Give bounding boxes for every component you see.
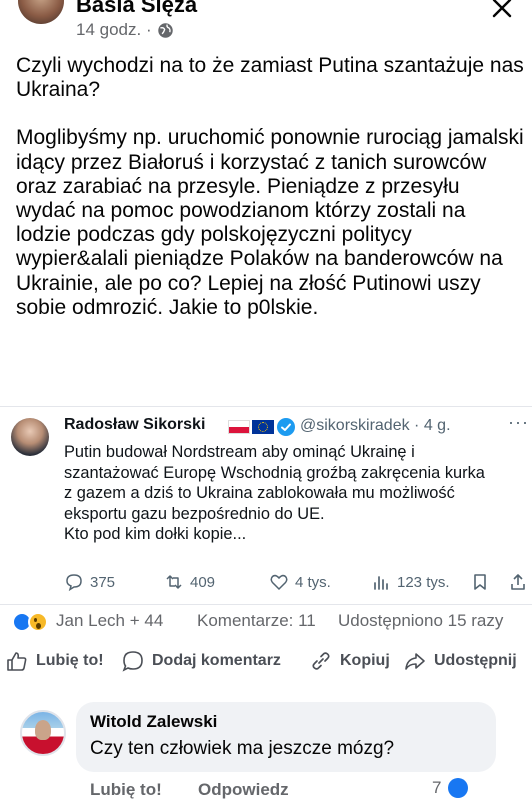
poland-flag-icon (228, 420, 250, 434)
more-options-icon: ··· (508, 412, 529, 432)
tweet-avatar (11, 418, 49, 456)
share-button[interactable]: Udostępnij (404, 650, 517, 672)
share-icon (511, 574, 525, 590)
post-paragraph: Czyli wychodzi na to że zamiast Putina s… (16, 54, 524, 102)
comment-item: Witold Zalewski Czy ten człowiek ma jesz… (0, 700, 532, 800)
share-button-label: Udostępnij (434, 652, 517, 669)
views-icon (374, 576, 388, 590)
reactions-summary[interactable]: Jan Lech + 44 (56, 611, 163, 631)
copy-button-label: Kopiuj (340, 652, 390, 669)
reply-count: 375 (90, 573, 116, 591)
tweet-line: Putin budował Nordstream aby ominąć Ukra… (64, 443, 415, 461)
tweet-actions: 375 409 4 tys. 123 tys. (64, 572, 530, 594)
wow-reaction-icon[interactable] (28, 612, 48, 632)
repost-count: 409 (190, 573, 216, 591)
comment-text: Czy ten człowiek ma jeszcze mózg? (90, 738, 395, 759)
bookmark-icon (474, 574, 486, 590)
eu-flag-icon (252, 420, 274, 434)
tweet-line: Kto pod kim dołki kopie... (64, 525, 247, 544)
post-time[interactable]: 14 godz. · (76, 20, 152, 40)
link-icon (312, 652, 330, 670)
post-paragraph: Moglibyśmy np. uruchomić ponownie ruroci… (16, 126, 524, 319)
comment-like-link[interactable]: Lubię to! (90, 780, 162, 800)
comment-reaction-count[interactable]: 7 (432, 778, 441, 798)
tweet-text: Putin budował Nordstream aby ominąć Ukra… (64, 442, 526, 545)
tweet-line: z gazem a dziś to Ukraina zablokowała mu… (64, 484, 455, 503)
tweet-line: eksportu gazu bezpośrednio do UE. (64, 504, 325, 523)
tweet-handle: @sikorskiradek · 4 g. (300, 417, 451, 434)
thumbs-up-icon (7, 652, 27, 671)
post-meta: 14 godz. · (76, 20, 174, 40)
comments-count[interactable]: Komentarze: 11 (197, 611, 316, 631)
copy-button[interactable]: Kopiuj (310, 650, 390, 672)
heart-icon (270, 574, 288, 591)
tweet-line: szantażować Europę Wschodnią groźbą zakr… (64, 463, 485, 482)
reply-icon (66, 574, 82, 592)
like-count: 4 tys. (295, 573, 331, 591)
close-icon[interactable] (488, 0, 516, 22)
divider (0, 406, 532, 407)
tweet-author-name: Radosław Sikorski (64, 416, 206, 433)
commenter-name[interactable]: Witold Zalewski (90, 712, 217, 732)
post-author-name[interactable]: Basia Ślęza (76, 0, 197, 18)
tweet-reposts: 409 (164, 572, 215, 592)
share-arrow-icon (405, 653, 425, 670)
tweet-views: 123 tys. (371, 572, 450, 592)
globe-icon (157, 22, 173, 38)
like-button[interactable]: Lubię to! (6, 650, 104, 672)
repost-icon (166, 575, 182, 589)
tweet-likes: 4 tys. (269, 572, 331, 592)
post-header: Basia Ślęza 14 godz. · (0, 0, 532, 50)
tweet-replies: 375 (64, 572, 115, 592)
comment-button-label: Dodaj komentarz (152, 652, 281, 669)
comment-reply-link[interactable]: Odpowiedz (198, 780, 289, 800)
comment-button[interactable]: Dodaj komentarz (122, 650, 281, 672)
author-avatar[interactable] (18, 0, 64, 24)
view-count: 123 tys. (397, 573, 450, 591)
comment-bubble: Witold Zalewski Czy ten człowiek ma jesz… (76, 702, 496, 772)
post-action-bar: Lubię to! Dodaj komentarz Kopiuj Udostęp… (0, 646, 532, 682)
commenter-avatar[interactable] (20, 710, 66, 756)
comment-like-reaction-icon[interactable] (448, 778, 468, 798)
like-button-label: Lubię to! (36, 652, 104, 669)
embedded-tweet-image[interactable]: Radosław Sikorski @sikorskiradek · 4 g. … (0, 406, 532, 602)
shares-count[interactable]: Udostępniono 15 razy (338, 611, 503, 631)
comment-icon (122, 651, 143, 672)
post-text: Czyli wychodzi na to że zamiast Putina s… (16, 54, 524, 320)
post-stats: Jan Lech + 44 Komentarze: 11 Udostępnion… (0, 604, 532, 634)
verified-badge-icon (277, 418, 295, 436)
